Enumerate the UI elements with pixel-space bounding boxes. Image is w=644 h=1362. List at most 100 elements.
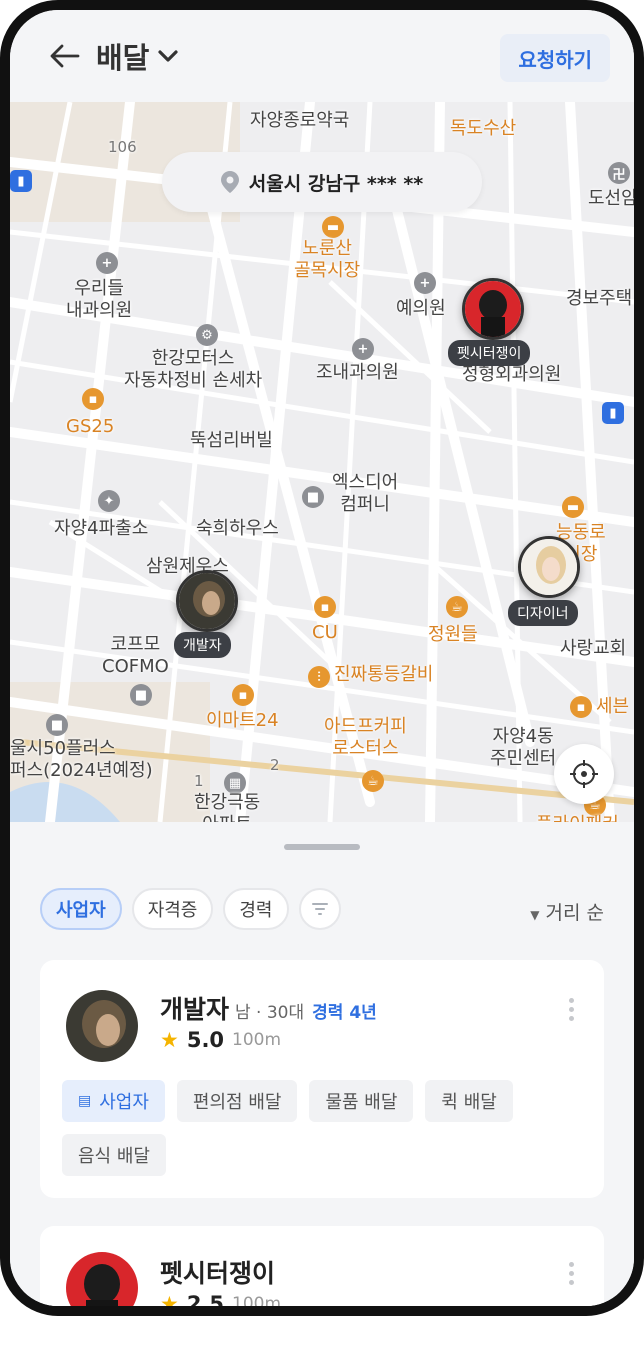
map-label: GS25 bbox=[66, 416, 115, 437]
restaurant-icon: ⫶ bbox=[308, 666, 330, 688]
market-icon: ▬ bbox=[562, 496, 584, 518]
worker-marker-developer[interactable] bbox=[176, 570, 238, 632]
rating-row: ★ 2.5 100m bbox=[160, 1292, 281, 1306]
worker-name-row: 펫시터쟁이 bbox=[160, 1254, 275, 1290]
tag-label: 사업자 bbox=[99, 1092, 149, 1113]
map-label: 노룬산 골목시장 bbox=[294, 238, 361, 281]
map-label: 한강모터스 자동차정비 손세차 bbox=[124, 348, 263, 391]
map-label: 이마트24 bbox=[206, 710, 279, 731]
bus-stop-icon: ▮ bbox=[602, 402, 624, 424]
map-label: 106 bbox=[108, 138, 137, 156]
worker-card[interactable]: 개발자 남 · 30대 경력 4년 ★ 5.0 100m ▤ 사업자 편의점 배달 … bbox=[40, 960, 604, 1198]
map-label: 엑스디어 컴퍼니 bbox=[332, 472, 399, 515]
map-label: CU bbox=[312, 622, 338, 643]
map-label: 코프모 COFMO bbox=[102, 634, 169, 677]
phone-frame: 서울시 강남구 *** ** 106 자양종로약국 독도수산 卍 도선암 ▮ ▬… bbox=[0, 0, 644, 1316]
map-label: 자양4파출소 bbox=[54, 518, 149, 539]
address-pill[interactable]: 서울시 강남구 *** ** bbox=[162, 152, 482, 212]
chevron-down-icon bbox=[158, 50, 178, 62]
address-text: 서울시 강남구 *** ** bbox=[248, 172, 424, 195]
map-label: 자양4동 주민센터 bbox=[490, 726, 557, 769]
poi-icon: 卍 bbox=[608, 162, 630, 184]
map-label: 울시50플러스 퍼스(2024년예정) bbox=[10, 738, 153, 781]
map-label: 정원들 bbox=[428, 624, 478, 645]
map-label: 세븐 bbox=[596, 696, 630, 717]
marker-tag: 펫시터쟁이 bbox=[448, 340, 531, 366]
map-label: 예의원 bbox=[396, 298, 446, 319]
map-label: 정형외과의원 bbox=[462, 364, 562, 385]
star-icon: ★ bbox=[160, 1292, 179, 1306]
avatar bbox=[66, 1252, 138, 1306]
request-button[interactable]: 요청하기 bbox=[500, 34, 610, 82]
sheet-handle[interactable] bbox=[284, 844, 360, 850]
filter-chip-career[interactable]: 경력 bbox=[223, 888, 289, 930]
worker-meta: 남 · 30대 bbox=[235, 1003, 305, 1023]
bottom-sheet: 사업자 자격증 경력 ▼ 거리 순 개발자 남 · 30대 경력 4년 ★ 5.… bbox=[10, 822, 634, 1306]
back-button[interactable] bbox=[48, 39, 82, 73]
car-repair-icon: ⚙ bbox=[196, 324, 218, 346]
hospital-icon: + bbox=[352, 338, 374, 360]
filter-settings-button[interactable] bbox=[298, 888, 341, 930]
tag-service: 물품 배달 bbox=[309, 1080, 414, 1122]
worker-name-row: 개발자 남 · 30대 경력 4년 bbox=[160, 990, 377, 1026]
cafe-icon: ☕ bbox=[362, 770, 384, 792]
location-pin-icon bbox=[220, 171, 239, 193]
map-label: 숙희하우스 bbox=[196, 518, 279, 539]
worker-name: 개발자 bbox=[160, 995, 230, 1024]
map-label: 아드프커피 로스터스 bbox=[324, 716, 407, 759]
map-label: 한강극동 아파트 bbox=[194, 792, 261, 822]
worker-card[interactable]: 펫시터쟁이 ★ 2.5 100m bbox=[40, 1226, 604, 1306]
map-label: 도선암 bbox=[588, 188, 634, 209]
sort-label: 거리 순 bbox=[545, 902, 604, 924]
building-icon: ■ bbox=[46, 714, 68, 736]
my-location-button[interactable] bbox=[554, 744, 614, 804]
distance: 100m bbox=[232, 1294, 282, 1306]
avatar-developer-photo bbox=[66, 990, 138, 1062]
filter-chips: 사업자 자격증 경력 bbox=[40, 888, 341, 930]
avatar-petsitter bbox=[465, 281, 521, 337]
sort-dropdown[interactable]: ▼ 거리 순 bbox=[530, 898, 604, 925]
tag-service: 퀵 배달 bbox=[425, 1080, 513, 1122]
map-label: 1 bbox=[194, 772, 204, 790]
market-icon: ▬ bbox=[322, 216, 344, 238]
filter-icon bbox=[311, 903, 328, 915]
more-options-button[interactable] bbox=[566, 998, 576, 1021]
worker-marker-designer[interactable] bbox=[518, 536, 580, 598]
crosshair-icon bbox=[570, 760, 598, 788]
worker-marker-petsitter[interactable] bbox=[462, 278, 524, 340]
avatar bbox=[66, 990, 138, 1062]
business-icon: ▤ bbox=[78, 1093, 92, 1109]
store-icon: ▪ bbox=[570, 696, 592, 718]
distance: 100m bbox=[232, 1030, 282, 1050]
avatar-developer bbox=[179, 573, 235, 629]
worker-career: 경력 4년 bbox=[312, 1003, 377, 1023]
top-bar: 배달 요청하기 bbox=[10, 10, 634, 102]
store-icon: ▪ bbox=[82, 388, 104, 410]
hospital-icon: + bbox=[414, 272, 436, 294]
map-label: 2 bbox=[270, 756, 280, 774]
page-title[interactable]: 배달 bbox=[96, 35, 149, 77]
map-view[interactable]: 서울시 강남구 *** ** 106 자양종로약국 독도수산 卍 도선암 ▮ ▬… bbox=[10, 102, 634, 822]
avatar-designer bbox=[521, 539, 577, 595]
worker-name: 펫시터쟁이 bbox=[160, 1259, 276, 1288]
star-icon: ★ bbox=[160, 1028, 179, 1052]
building-icon: ■ bbox=[130, 684, 152, 706]
rating-row: ★ 5.0 100m bbox=[160, 1028, 281, 1052]
apartment-icon: ▦ bbox=[224, 772, 246, 794]
map-label: 뚝섬리버빌 bbox=[190, 430, 273, 451]
caret-down-icon: ▼ bbox=[530, 908, 540, 922]
rating-value: 2.5 bbox=[186, 1292, 225, 1306]
bus-stop-icon: ▮ bbox=[10, 170, 32, 192]
marker-tag: 개발자 bbox=[174, 632, 231, 658]
more-options-button[interactable] bbox=[566, 1262, 576, 1285]
title-dropdown[interactable] bbox=[157, 45, 179, 67]
cafe-icon: ☕ bbox=[446, 596, 468, 618]
tag-business: ▤ 사업자 bbox=[62, 1080, 165, 1122]
map-label: 사랑교회 bbox=[560, 638, 627, 659]
filter-chip-business[interactable]: 사업자 bbox=[40, 888, 122, 930]
filter-chip-license[interactable]: 자격증 bbox=[131, 888, 214, 930]
map-label: 경보주택 bbox=[566, 288, 633, 309]
tag-service: 음식 배달 bbox=[62, 1134, 166, 1176]
back-arrow-icon bbox=[50, 44, 80, 68]
map-label: 진짜통등갈비 bbox=[334, 664, 434, 685]
